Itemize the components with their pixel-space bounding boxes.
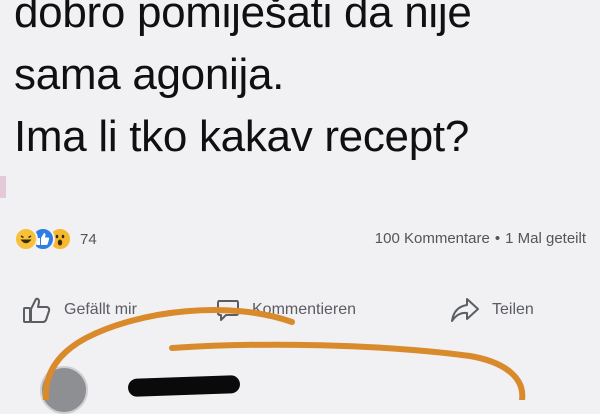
reactions-summary[interactable]: 74 xyxy=(14,226,97,252)
post-text-line: dobro pomiješati da nije xyxy=(14,0,472,37)
thumbs-up-icon xyxy=(23,297,51,323)
comment-bubble-icon xyxy=(217,300,239,321)
post-text-line: Ima li tko kakav recept? xyxy=(14,112,469,161)
share-arrow-icon xyxy=(451,298,479,322)
avatar[interactable] xyxy=(40,366,88,414)
comment-button[interactable]: Kommentieren xyxy=(216,296,356,324)
post-stats: 74 100 Kommentare • 1 Mal geteilt xyxy=(14,222,586,256)
post-text: dobro pomiješati da nije sama agonija. I… xyxy=(14,0,594,168)
haha-reaction-icon xyxy=(14,227,38,251)
comments-count-link[interactable]: 100 Kommentare xyxy=(375,230,490,247)
shares-count-link[interactable]: 1 Mal geteilt xyxy=(505,230,586,247)
like-button-label: Gefällt mir xyxy=(64,301,137,318)
redacted-name xyxy=(127,375,241,397)
separator-dot: • xyxy=(494,230,501,247)
share-button[interactable]: Teilen xyxy=(450,296,534,324)
edge-mark xyxy=(0,176,6,198)
comment-share-counts: 100 Kommentare • 1 Mal geteilt xyxy=(375,230,586,247)
comment-button-label: Kommentieren xyxy=(252,301,357,318)
reaction-count: 74 xyxy=(80,230,97,248)
post-action-bar: Gefällt mir Kommentieren Teilen xyxy=(0,288,600,332)
post-text-line: sama agonija. xyxy=(14,50,285,99)
like-button[interactable]: Gefällt mir xyxy=(22,296,137,324)
share-button-label: Teilen xyxy=(492,301,534,318)
